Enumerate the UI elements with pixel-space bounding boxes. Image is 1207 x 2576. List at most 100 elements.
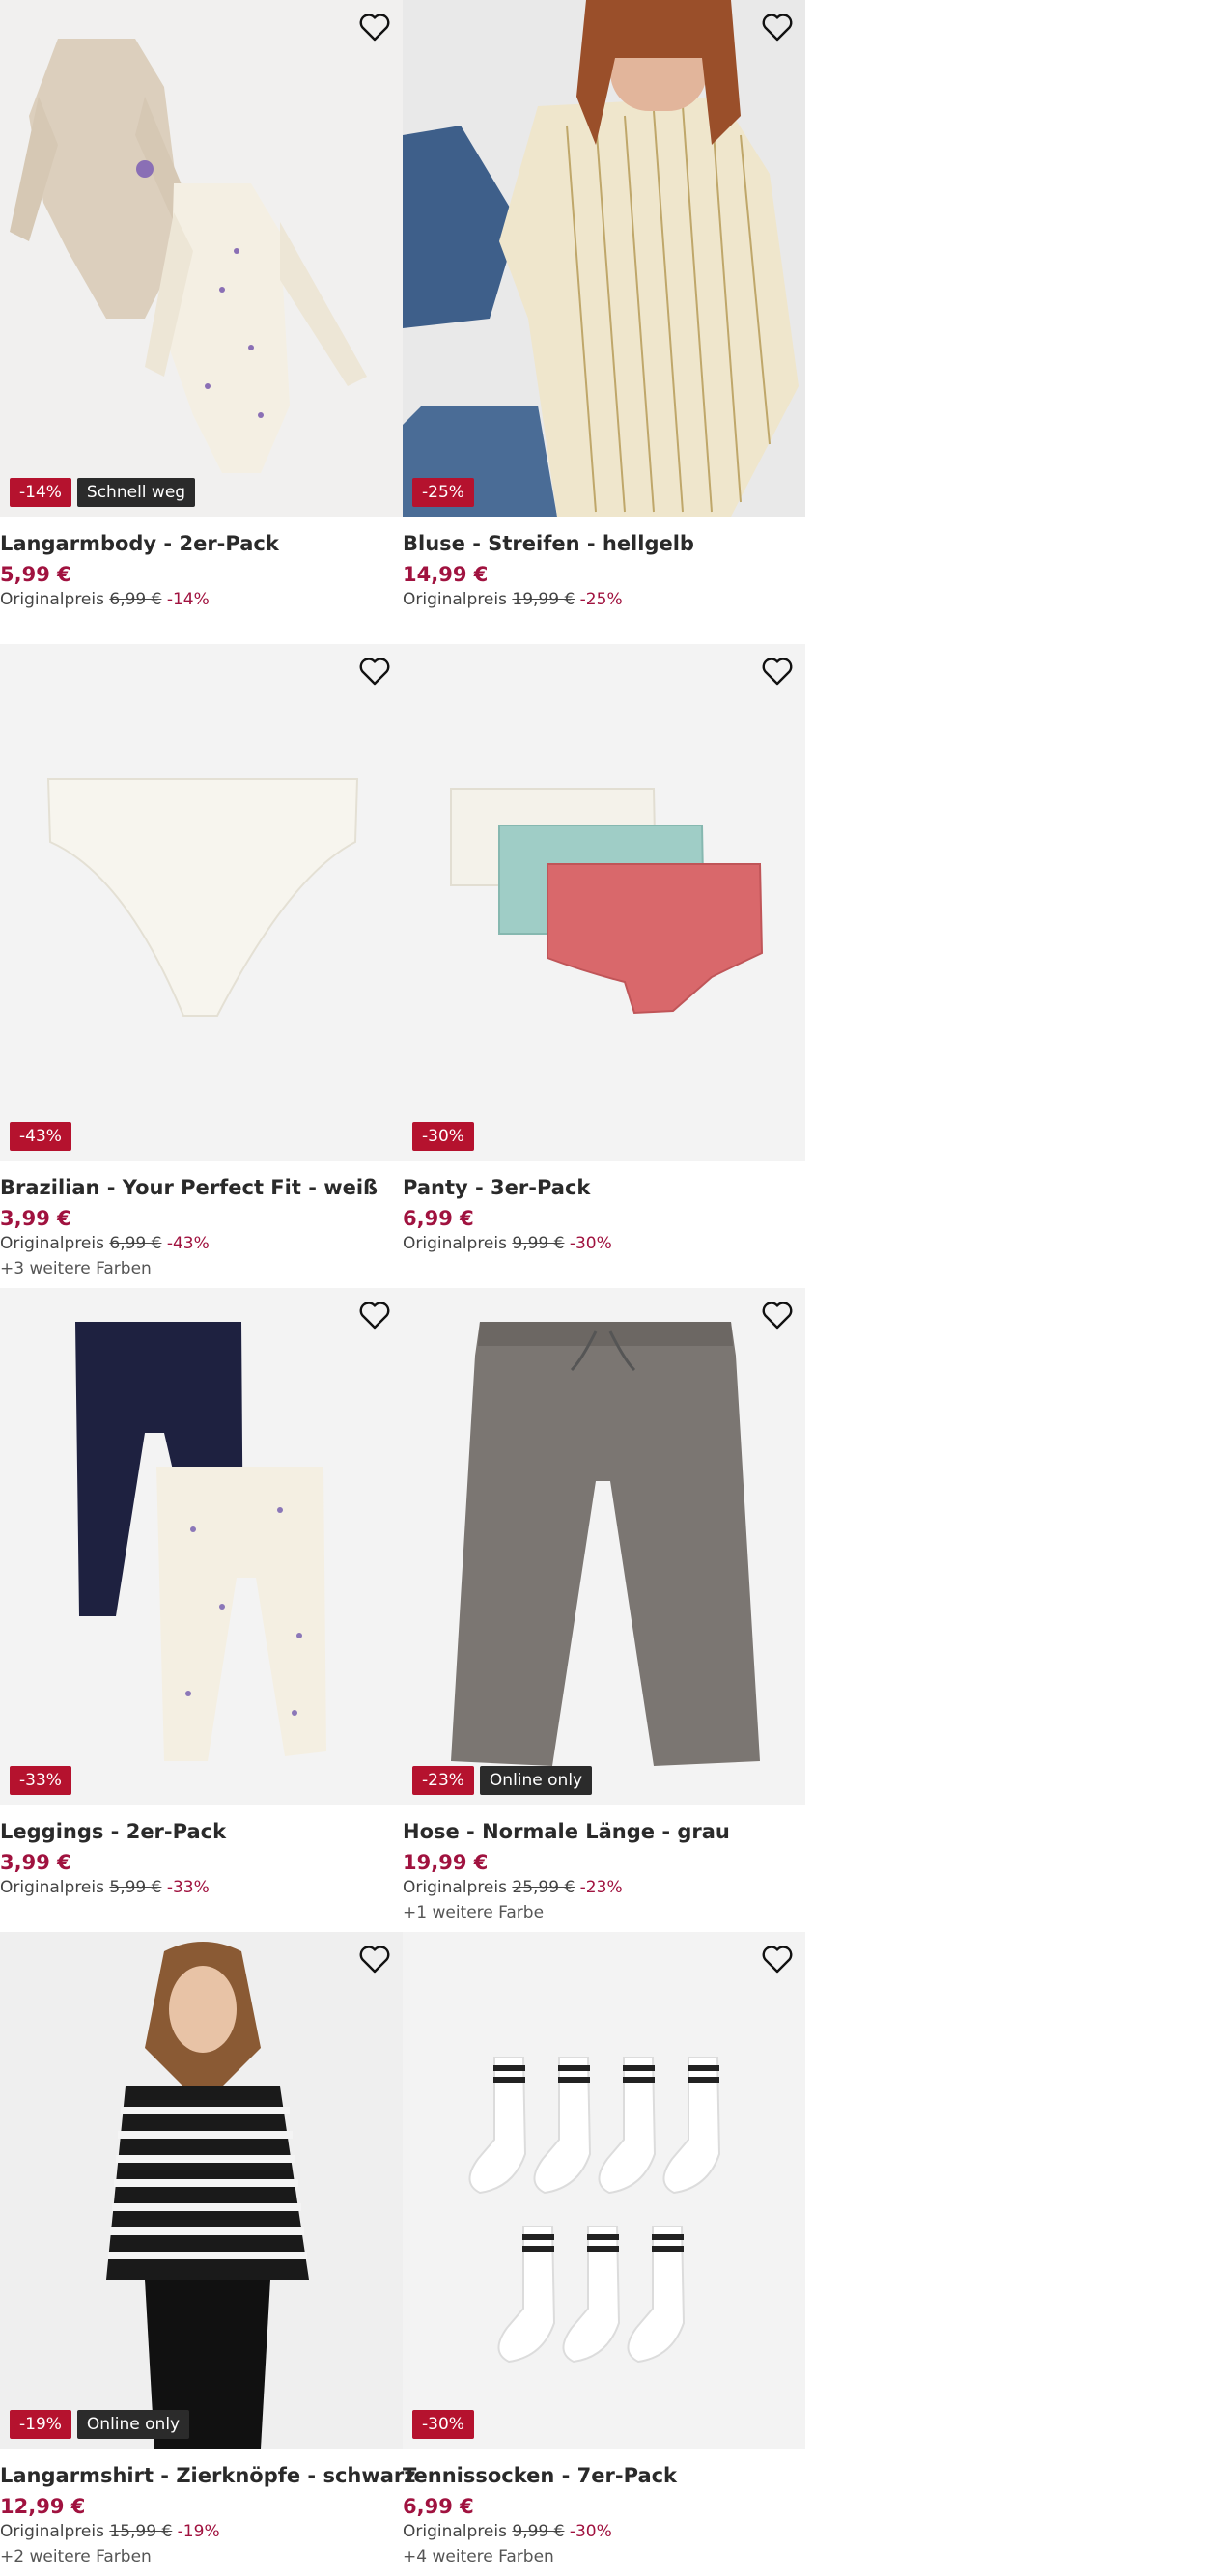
more-colors-link[interactable]: +4 weitere Farben xyxy=(403,2547,805,2566)
status-badge: Schnell weg xyxy=(76,478,196,507)
badge-group: -33% xyxy=(10,1766,71,1795)
original-price-row: Originalpreis 15,99 € -19% xyxy=(0,2522,403,2541)
product-card[interactable]: -25% Bluse - Streifen - hellgelb 14,99 €… xyxy=(403,0,805,644)
white-brief-image xyxy=(0,644,403,1161)
product-image[interactable]: -33% xyxy=(0,1288,403,1805)
discount-percent: -14% xyxy=(166,590,210,609)
heart-outline-icon xyxy=(762,658,793,686)
discount-badge: -43% xyxy=(10,1122,71,1151)
discount-percent: -43% xyxy=(166,1234,210,1253)
original-price-label: Originalpreis xyxy=(403,1878,507,1897)
product-image[interactable]: -25% xyxy=(403,0,805,517)
heart-outline-icon xyxy=(762,1946,793,1974)
product-card[interactable]: -33% Leggings - 2er-Pack 3,99 € Original… xyxy=(0,1288,403,1932)
product-card[interactable]: -43% Brazilian - Your Perfect Fit - weiß… xyxy=(0,644,403,1288)
product-image[interactable]: -30% xyxy=(403,644,805,1161)
discount-badge: -19% xyxy=(10,2410,71,2439)
product-price: 3,99 € xyxy=(0,1207,71,1230)
original-price-label: Originalpreis xyxy=(0,590,104,609)
product-image[interactable]: -14% Schnell weg xyxy=(0,0,403,517)
badge-group: -30% xyxy=(412,1122,474,1151)
original-price: 9,99 € xyxy=(512,2522,565,2541)
original-price-row: Originalpreis 6,99 € -14% xyxy=(0,590,403,609)
status-badge: Online only xyxy=(479,1766,593,1795)
product-title[interactable]: Leggings - 2er-Pack xyxy=(0,1820,403,1843)
product-info: Langarmbody - 2er-Pack 5,99 € Originalpr… xyxy=(0,517,403,609)
favorite-button[interactable] xyxy=(358,1300,391,1330)
product-info: Hose - Normale Länge - grau 19,99 € Orig… xyxy=(403,1805,805,1922)
baby-bodysuits-image xyxy=(0,0,403,517)
tennis-socks-image xyxy=(403,1932,805,2449)
product-price: 6,99 € xyxy=(403,2495,474,2518)
product-info: Leggings - 2er-Pack 3,99 € Originalpreis… xyxy=(0,1805,403,1897)
discount-badge: -23% xyxy=(412,1766,474,1795)
original-price: 25,99 € xyxy=(512,1878,575,1897)
favorite-button[interactable] xyxy=(358,12,391,42)
discount-percent: -25% xyxy=(579,590,623,609)
product-image[interactable]: -19% Online only xyxy=(0,1932,403,2449)
product-image[interactable]: -23% Online only xyxy=(403,1288,805,1805)
product-image[interactable]: -43% xyxy=(0,644,403,1161)
product-info: Langarmshirt - Zierknöpfe - schwarz 12,9… xyxy=(0,2449,416,2566)
favorite-button[interactable] xyxy=(761,1300,794,1330)
original-price-label: Originalpreis xyxy=(403,590,507,609)
favorite-button[interactable] xyxy=(358,1944,391,1974)
product-card[interactable]: -30% Tennissocken - 7er-Pack 6,99 € Orig… xyxy=(403,1932,805,2576)
product-card[interactable]: -23% Online only Hose - Normale Länge - … xyxy=(403,1288,805,1932)
product-title[interactable]: Hose - Normale Länge - grau xyxy=(403,1820,805,1843)
heart-outline-icon xyxy=(359,1946,390,1974)
original-price-row: Originalpreis 6,99 € -43% xyxy=(0,1234,403,1253)
original-price-label: Originalpreis xyxy=(0,1878,104,1897)
status-badge: Online only xyxy=(76,2410,190,2439)
product-price: 6,99 € xyxy=(403,1207,474,1230)
favorite-button[interactable] xyxy=(761,656,794,686)
favorite-button[interactable] xyxy=(358,656,391,686)
original-price-label: Originalpreis xyxy=(403,1234,507,1253)
original-price: 5,99 € xyxy=(109,1878,162,1897)
product-price: 5,99 € xyxy=(0,563,71,586)
discount-percent: -30% xyxy=(569,2522,612,2541)
product-card[interactable]: -30% Panty - 3er-Pack 6,99 € Originalpre… xyxy=(403,644,805,1288)
striped-blouse-model-image xyxy=(403,0,805,517)
product-title[interactable]: Panty - 3er-Pack xyxy=(403,1176,805,1199)
product-title[interactable]: Langarmbody - 2er-Pack xyxy=(0,532,403,555)
more-colors-link[interactable]: +1 weitere Farbe xyxy=(403,1903,805,1922)
striped-shirt-model-image xyxy=(0,1932,403,2449)
original-price: 19,99 € xyxy=(512,590,575,609)
original-price-row: Originalpreis 25,99 € -23% xyxy=(403,1878,805,1897)
heart-outline-icon xyxy=(762,14,793,42)
product-price: 19,99 € xyxy=(403,1851,489,1874)
heart-outline-icon xyxy=(359,1302,390,1330)
more-colors-link[interactable]: +3 weitere Farben xyxy=(0,1259,403,1278)
product-title[interactable]: Bluse - Streifen - hellgelb xyxy=(403,532,805,555)
more-colors-link[interactable]: +2 weitere Farben xyxy=(0,2547,403,2566)
original-price-label: Originalpreis xyxy=(0,1234,104,1253)
product-title[interactable]: Langarmshirt - Zierknöpfe - schwarz xyxy=(0,2464,416,2487)
discount-badge: -25% xyxy=(412,478,474,507)
favorite-button[interactable] xyxy=(761,12,794,42)
product-info: Bluse - Streifen - hellgelb 14,99 € Orig… xyxy=(403,517,805,609)
product-title[interactable]: Brazilian - Your Perfect Fit - weiß xyxy=(0,1176,403,1199)
discount-badge: -30% xyxy=(412,1122,474,1151)
original-price-row: Originalpreis 5,99 € -33% xyxy=(0,1878,403,1897)
favorite-button[interactable] xyxy=(761,1944,794,1974)
product-card[interactable]: -14% Schnell weg Langarmbody - 2er-Pack … xyxy=(0,0,403,644)
badge-group: -19% Online only xyxy=(10,2410,190,2439)
original-price: 6,99 € xyxy=(109,590,162,609)
heart-outline-icon xyxy=(762,1302,793,1330)
baby-leggings-image xyxy=(0,1288,403,1805)
original-price-label: Originalpreis xyxy=(403,2522,507,2541)
badge-group: -43% xyxy=(10,1122,71,1151)
product-image[interactable]: -30% xyxy=(403,1932,805,2449)
discount-percent: -23% xyxy=(579,1878,623,1897)
original-price: 15,99 € xyxy=(109,2522,173,2541)
heart-outline-icon xyxy=(359,658,390,686)
product-price: 14,99 € xyxy=(403,563,489,586)
product-price: 3,99 € xyxy=(0,1851,71,1874)
product-info: Panty - 3er-Pack 6,99 € Originalpreis 9,… xyxy=(403,1161,805,1253)
discount-badge: -30% xyxy=(412,2410,474,2439)
badge-group: -25% xyxy=(412,478,474,507)
product-card[interactable]: -19% Online only Langarmshirt - Zierknöp… xyxy=(0,1932,416,2576)
product-title[interactable]: Tennissocken - 7er-Pack xyxy=(403,2464,805,2487)
discount-badge: -33% xyxy=(10,1766,71,1795)
